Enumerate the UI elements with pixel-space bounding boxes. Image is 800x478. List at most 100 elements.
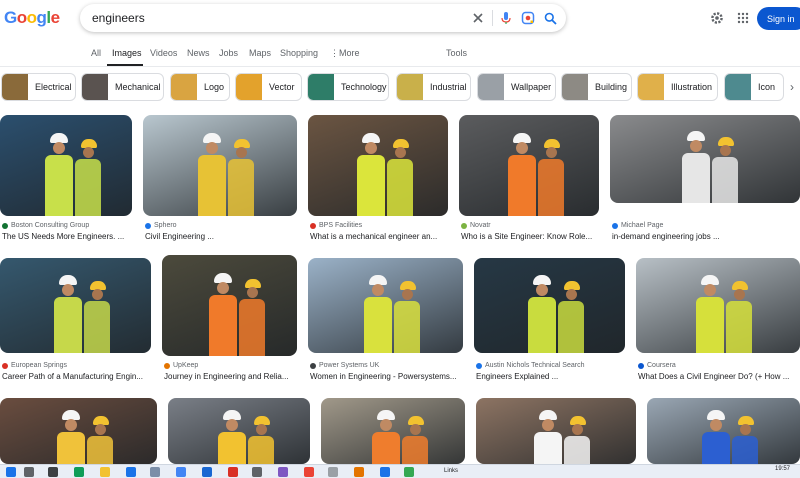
app-icon[interactable] (380, 467, 390, 477)
site-favicon-icon (145, 222, 151, 229)
result-title[interactable]: Engineers Explained ... (476, 372, 558, 381)
vest-shape (528, 297, 556, 353)
tab-more[interactable]: More (339, 48, 360, 58)
explorer-icon[interactable] (100, 467, 110, 477)
app-icon[interactable] (150, 467, 160, 477)
result-thumbnail[interactable] (321, 398, 465, 464)
tools-button[interactable]: Tools (446, 48, 467, 58)
result-source[interactable]: Novatr (461, 222, 491, 229)
chip-label: Industrial (430, 82, 467, 92)
apps-grid-icon[interactable] (735, 10, 751, 26)
clear-icon[interactable] (470, 10, 486, 26)
tab-shopping[interactable]: Shopping (280, 48, 318, 58)
chip-icon[interactable]: Icon (724, 73, 784, 101)
result-thumbnail[interactable] (0, 398, 157, 464)
face-shape (566, 289, 577, 300)
result-source[interactable]: Michael Page (612, 222, 663, 229)
vest-shape (87, 436, 113, 464)
search-input[interactable]: engineers (92, 11, 145, 25)
app-icon[interactable] (404, 467, 414, 477)
settings-gear-icon[interactable] (709, 10, 725, 26)
face-shape (710, 419, 722, 431)
result-thumbnail[interactable] (168, 398, 310, 464)
search-divider (492, 10, 493, 26)
result-title[interactable]: Who is a Site Engineer: Know Role... (461, 232, 592, 241)
tab-news[interactable]: News (187, 48, 210, 58)
chip-thumbnail (308, 74, 334, 100)
app-icon[interactable] (176, 467, 186, 477)
chip-vector[interactable]: Vector (235, 73, 302, 101)
result-title[interactable]: in-demand engineering jobs ... (612, 232, 720, 241)
result-thumbnail[interactable] (162, 255, 297, 356)
result-thumbnail[interactable] (308, 115, 448, 216)
vest-shape (538, 159, 564, 216)
result-title[interactable]: Women in Engineering - Powersystems... (310, 372, 457, 381)
tab-videos[interactable]: Videos (150, 48, 177, 58)
face-shape (372, 284, 384, 296)
chip-mechanical[interactable]: Mechanical (81, 73, 164, 101)
result-thumbnail[interactable] (0, 258, 151, 353)
chip-technology[interactable]: Technology (307, 73, 389, 101)
source-name: Novatr (470, 222, 491, 229)
chevron-right-icon[interactable]: › (790, 80, 794, 94)
result-source[interactable]: UpKeep (164, 362, 198, 369)
app-icon[interactable] (278, 467, 288, 477)
chip-logo[interactable]: Logo (170, 73, 230, 101)
face-shape (536, 284, 548, 296)
tab-images[interactable]: Images (112, 48, 142, 58)
result-thumbnail[interactable] (647, 398, 800, 464)
result-thumbnail[interactable] (636, 258, 800, 353)
app-icon[interactable] (304, 467, 314, 477)
chip-industrial[interactable]: Industrial (396, 73, 471, 101)
result-title[interactable]: What is a mechanical engineer an... (310, 232, 437, 241)
tab-jobs[interactable]: Jobs (219, 48, 238, 58)
result-title[interactable]: What Does a Civil Engineer Do? (+ How ..… (638, 372, 789, 381)
search-taskbar-icon[interactable] (24, 467, 34, 477)
result-thumbnail[interactable] (610, 115, 800, 203)
vest-shape (198, 155, 226, 216)
app-icon[interactable] (354, 467, 364, 477)
result-thumbnail[interactable] (143, 115, 297, 216)
tab-maps[interactable]: Maps (249, 48, 271, 58)
chip-illustration[interactable]: Illustration (637, 73, 718, 101)
app-icon[interactable] (202, 467, 212, 477)
result-title[interactable]: Journey in Engineering and Relia... (164, 372, 289, 381)
result-source[interactable]: European Springs (2, 362, 67, 369)
chip-wallpaper[interactable]: Wallpaper (477, 73, 556, 101)
edge-icon[interactable] (74, 467, 84, 477)
result-title[interactable]: Career Path of a Manufacturing Engin... (2, 372, 143, 381)
result-title[interactable]: The US Needs More Engineers. ... (2, 232, 124, 241)
result-title[interactable]: Civil Engineering ... (145, 232, 214, 241)
app-icon[interactable] (126, 467, 136, 477)
source-name: UpKeep (173, 362, 199, 369)
more-dots-icon[interactable]: ⋮ (330, 48, 339, 59)
result-source[interactable]: Coursera (638, 362, 676, 369)
chip-building[interactable]: Building (561, 73, 632, 101)
result-source[interactable]: Sphero (145, 222, 177, 229)
result-thumbnail[interactable] (476, 398, 636, 464)
result-source[interactable]: Power Systems UK (310, 362, 379, 369)
app-icon[interactable] (328, 467, 338, 477)
start-icon[interactable] (6, 467, 16, 477)
lens-icon[interactable] (520, 10, 536, 26)
result-thumbnail[interactable] (459, 115, 599, 216)
result-source[interactable]: BPS Facilities (310, 222, 362, 229)
sign-in-button[interactable]: Sign in (757, 7, 800, 30)
result-thumbnail[interactable] (0, 115, 132, 216)
microphone-icon[interactable] (498, 10, 514, 26)
search-icon[interactable] (542, 10, 558, 26)
result-thumbnail[interactable] (474, 258, 625, 353)
google-logo[interactable]: Google (4, 8, 60, 28)
search-box[interactable]: engineers (80, 4, 566, 32)
result-source[interactable]: Austin Nichols Technical Search (476, 362, 584, 369)
result-thumbnail[interactable] (308, 258, 463, 353)
chip-label: Logo (204, 82, 225, 92)
links-toolbar-label[interactable]: Links (444, 468, 458, 474)
tab-all[interactable]: All (91, 48, 101, 58)
app-icon[interactable] (252, 467, 262, 477)
app-icon[interactable] (228, 467, 238, 477)
chip-electrical[interactable]: Electrical (1, 73, 76, 101)
vest-shape (387, 159, 413, 216)
taskview-icon[interactable] (48, 467, 58, 477)
result-source[interactable]: Boston Consulting Group (2, 222, 89, 229)
